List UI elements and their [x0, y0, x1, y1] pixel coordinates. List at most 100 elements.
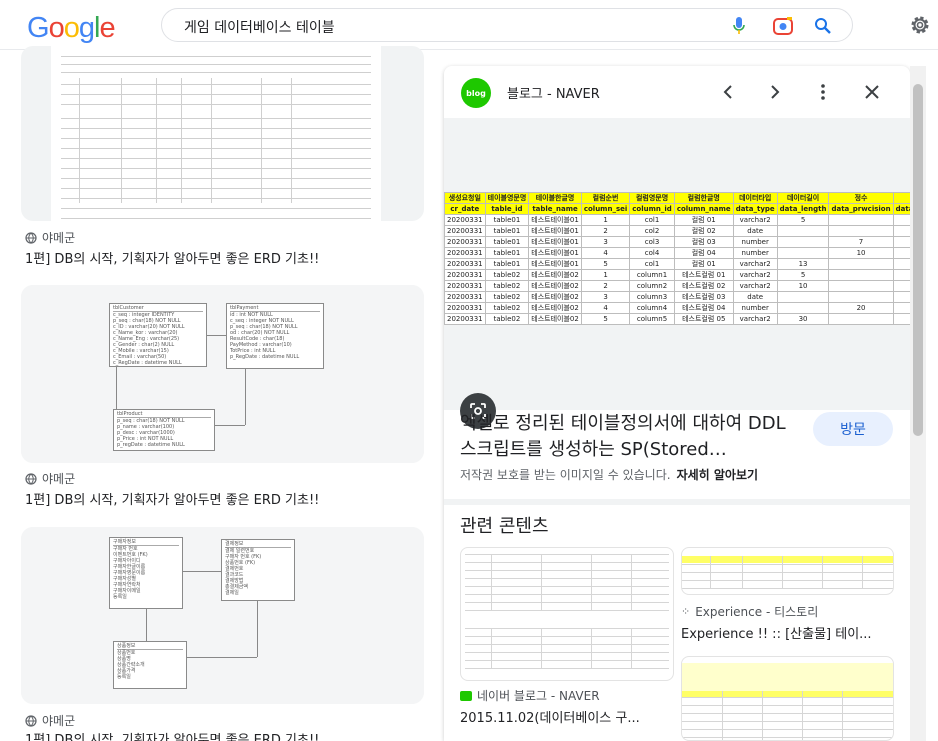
chevron-left-icon[interactable]	[717, 81, 739, 103]
spreadsheet-cell: 20200331	[444, 236, 486, 248]
result-caption-2[interactable]: 1편] DB의 시작, 기획자가 알아두면 좋은 ERD 기초!!	[25, 489, 319, 508]
result-image-3[interactable]: 구매자정보 구매자 번호 이벤트번호 (FK) 구매자아이디 구매자한글이름 구매자영문이…	[21, 527, 424, 704]
result-source-3[interactable]: 야메군	[25, 712, 75, 729]
search-icon[interactable]	[812, 15, 834, 37]
image-preview-panel: blog 블로그 - NAVER 생성요청일 테이블영문명 테이블한글명 컬럼순번 컬럼…	[444, 66, 910, 741]
erd-korean-thumbnail: 구매자정보 구매자 번호 이벤트번호 (FK) 구매자아이디 구매자한글이름 구매자영문이…	[21, 527, 424, 704]
result-caption-1[interactable]: 1편] DB의 시작, 기획자가 알아두면 좋은 ERD 기초!!	[25, 248, 319, 267]
spreadsheet-cell: 테스트테이블02	[528, 302, 582, 314]
result-image-1[interactable]	[21, 46, 424, 221]
search-input[interactable]: 게임 데이터베이스 테이블	[184, 17, 335, 37]
spreadsheet-cell: 테스트테이블02	[528, 291, 582, 303]
spreadsheet-cell: date	[732, 291, 778, 303]
table-row: 20200331 table02 테스트테이블02 5 column5 테스트컬럼 05 v…	[444, 313, 910, 325]
spreadsheet-cell: 테스트컬럼 05	[673, 313, 734, 325]
more-vert-icon[interactable]	[812, 81, 834, 103]
gear-icon[interactable]	[908, 13, 932, 37]
result-source-2[interactable]: 야메군	[25, 470, 75, 487]
spreadsheet-cell: 20200331	[444, 258, 486, 270]
spreadsheet-cell: 4	[580, 302, 631, 314]
related-source-2[interactable]: ⁘ Experience - 티스토리	[681, 603, 818, 620]
spreadsheet-cell: col1	[629, 214, 675, 226]
spreadsheet-cell: data_length	[776, 203, 830, 215]
google-logo[interactable]: Google	[27, 12, 116, 45]
table-definition-spreadsheet: 생성요청일 테이블영문명 테이블한글명 컬럼순번 컬럼영문명 컬럼한글명 데이터타입 데이터길…	[444, 192, 910, 325]
spreadsheet-cell: col1	[629, 258, 675, 270]
search-box[interactable]: 게임 데이터베이스 테이블	[161, 8, 853, 42]
spreadsheet-cell: table02	[484, 291, 530, 303]
spreadsheet-cell: table02	[484, 313, 530, 325]
visit-button[interactable]: 방문	[813, 412, 893, 446]
spreadsheet-cell	[776, 291, 830, 303]
spreadsheet-cell: 20200331	[444, 214, 486, 226]
spreadsheet-cell: 테스트테이블01	[528, 236, 582, 248]
tistory-icon: ⁘	[681, 605, 691, 618]
panel-header: blog 블로그 - NAVER	[444, 66, 910, 118]
spreadsheet-cell: 생성요청일	[444, 192, 486, 204]
spreadsheet-header-kr: 생성요청일 테이블영문명 테이블한글명 컬럼순번 컬럼영문명 컬럼한글명 데이터타입 데이터길…	[444, 192, 910, 204]
table-row: 20200331 table02 테스트테이블02 3 column3 테스트컬럼 03 d…	[444, 291, 910, 303]
spreadsheet-cell	[892, 302, 910, 314]
spreadsheet-cell: table01	[484, 225, 530, 237]
close-icon[interactable]	[861, 81, 883, 103]
spreadsheet-cell: 테스트컬럼 04	[673, 302, 734, 314]
spreadsheet-cell: column_id	[629, 203, 675, 215]
spreadsheet-cell	[776, 302, 830, 314]
spreadsheet-cell: varchar2	[732, 280, 778, 292]
spreadsheet-cell: 20200331	[444, 291, 486, 303]
source-name: 야메군	[42, 472, 76, 486]
spreadsheet-cell: 2	[580, 225, 631, 237]
globe-icon	[25, 714, 37, 727]
source-name: 야메군	[42, 231, 76, 245]
spreadsheet-cell: 테스트컬럼 01	[673, 269, 734, 281]
related-source-1[interactable]: 네이버 블로그 - NAVER	[460, 687, 600, 704]
spreadsheet-cell	[892, 214, 910, 226]
spreadsheet-cell	[892, 291, 910, 303]
result-source-1[interactable]: 야메군	[25, 229, 75, 246]
spreadsheet-cell	[776, 225, 830, 237]
related-caption-2[interactable]: Experience !! :: [산출물] 테이...	[681, 623, 872, 642]
spreadsheet-cell: 1	[580, 214, 631, 226]
spreadsheet-cell: data_prwcision	[828, 203, 894, 215]
spreadsheet-cell: column_sei	[580, 203, 631, 215]
spreadsheet-cell: 10	[776, 280, 830, 292]
table-row: 20200331 table02 테스트테이블02 4 column4 테스트컬럼 04 n…	[444, 302, 910, 314]
related-image-2[interactable]	[681, 547, 894, 595]
chevron-right-icon[interactable]	[764, 81, 786, 103]
spreadsheet-cell: 테스트테이블02	[528, 313, 582, 325]
learn-more-link[interactable]: 자세히 알아보기	[677, 468, 758, 482]
table-row: 20200331 table01 테스트테이블01 2 col2 컬럼 02 date	[444, 225, 910, 237]
spreadsheet-cell	[828, 269, 894, 281]
spreadsheet-cell: table01	[484, 236, 530, 248]
spreadsheet-cell: 13	[776, 258, 830, 270]
spreadsheet-cell: 컬럼 04	[673, 247, 734, 259]
spreadsheet-cell: table_id	[484, 203, 530, 215]
globe-icon	[25, 472, 37, 485]
table-row: 20200331 table01 테스트테이블01 5 col1 컬럼 01 varchar…	[444, 258, 910, 270]
related-image-3[interactable]	[681, 656, 894, 741]
spreadsheet-cell: 소수	[892, 192, 910, 204]
related-caption-1[interactable]: 2015.11.02(데이터베이스 구...	[460, 707, 640, 726]
result-caption-3[interactable]: 1편] DB의 시작, 기획자가 알아두면 좋은 ERD 기초!!	[25, 729, 319, 741]
search-header: Google 게임 데이터베이스 테이블	[0, 0, 938, 50]
preview-image[interactable]: 생성요청일 테이블영문명 테이블한글명 컬럼순번 컬럼영문명 컬럼한글명 데이터타입 데이터길…	[444, 118, 910, 429]
spreadsheet-cell: 20200331	[444, 225, 486, 237]
spreadsheet-cell	[776, 247, 830, 259]
panel-site-name[interactable]: 블로그 - NAVER	[507, 83, 600, 102]
related-source-name: 네이버 블로그 - NAVER	[477, 689, 600, 703]
spreadsheet-cell: 1	[580, 269, 631, 281]
naver-blog-icon[interactable]: blog	[461, 78, 491, 108]
microphone-icon[interactable]	[728, 15, 750, 37]
spreadsheet-cell	[892, 225, 910, 237]
panel-scrollbar-thumb[interactable]	[913, 84, 923, 436]
camera-lens-icon[interactable]	[772, 15, 794, 37]
panel-title[interactable]: 엑셀로 정리된 테이블정의서에 대하여 DDL 스크립트를 생성하는 SP(St…	[460, 411, 800, 463]
related-image-1[interactable]	[460, 547, 674, 681]
spreadsheet-cell: 테스트테이블02	[528, 280, 582, 292]
related-content-heading: 관련 콘텐츠	[460, 516, 549, 537]
table-row: 20200331 table01 테스트테이블01 3 col3 컬럼 03 number 7…	[444, 236, 910, 248]
globe-icon	[25, 231, 37, 244]
result-image-2[interactable]: tblCustomer c_seq : integer IDENTITY p_seq…	[21, 285, 424, 463]
spreadsheet-cell: 테스트테이블01	[528, 225, 582, 237]
spreadsheet-cell: table01	[484, 258, 530, 270]
